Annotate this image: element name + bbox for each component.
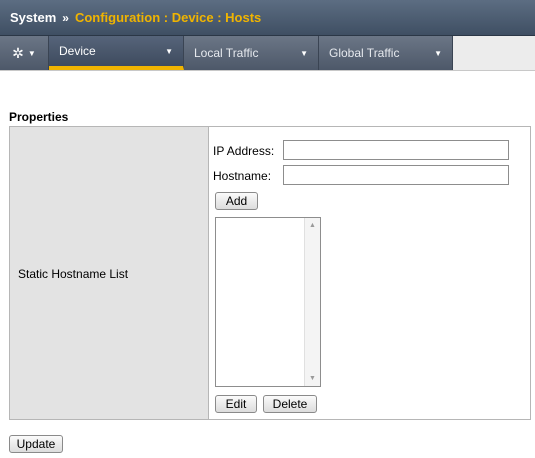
chevron-down-icon: ▼ bbox=[27, 48, 36, 58]
chevron-down-icon: ▼ bbox=[300, 48, 308, 58]
tab-device[interactable]: Device ▼ bbox=[49, 36, 184, 70]
section-title: Properties bbox=[9, 110, 69, 124]
listbox-scrollbar[interactable]: ▲ ▼ bbox=[304, 218, 320, 386]
edit-button[interactable]: Edit bbox=[215, 395, 257, 413]
row-label-cell: Static Hostname List bbox=[10, 127, 209, 419]
tab-label: Device bbox=[59, 44, 96, 58]
static-hostname-list-label: Static Hostname List bbox=[18, 267, 129, 281]
chevron-down-icon: ▼ bbox=[165, 46, 173, 56]
delete-button[interactable]: Delete bbox=[263, 395, 317, 413]
breadcrumb: Configuration : Device : Hosts bbox=[74, 10, 262, 25]
properties-table: Static Hostname List IP Address: Hostnam… bbox=[9, 126, 531, 420]
scroll-up-icon[interactable]: ▲ bbox=[305, 218, 320, 233]
hostname-listbox[interactable]: ▲ ▼ bbox=[215, 217, 321, 387]
ip-address-input[interactable] bbox=[283, 140, 509, 160]
hostname-input[interactable] bbox=[283, 165, 509, 185]
tab-label: Global Traffic bbox=[329, 46, 400, 60]
tab-global-traffic[interactable]: Global Traffic ▼ bbox=[319, 36, 453, 70]
tab-label: Local Traffic bbox=[194, 46, 259, 60]
chevron-down-icon: ▼ bbox=[434, 48, 442, 58]
system-label[interactable]: System bbox=[10, 10, 56, 25]
add-button[interactable]: Add bbox=[215, 192, 258, 210]
tab-strip: ✲ ▼ Device ▼ Local Traffic ▼ Global Traff… bbox=[0, 36, 453, 70]
gear-icon: ✲ bbox=[12, 44, 24, 61]
title-bar: System » Configuration : Device : Hosts bbox=[0, 0, 535, 36]
settings-menu-button[interactable]: ✲ ▼ bbox=[0, 36, 49, 70]
scroll-down-icon[interactable]: ▼ bbox=[305, 371, 320, 386]
tab-local-traffic[interactable]: Local Traffic ▼ bbox=[184, 36, 319, 70]
ip-address-label: IP Address: bbox=[213, 144, 275, 158]
update-button[interactable]: Update bbox=[9, 435, 63, 453]
hostname-label: Hostname: bbox=[213, 169, 272, 183]
tab-bar: ✲ ▼ Device ▼ Local Traffic ▼ Global Traff… bbox=[0, 36, 535, 71]
breadcrumb-separator: » bbox=[62, 10, 69, 25]
